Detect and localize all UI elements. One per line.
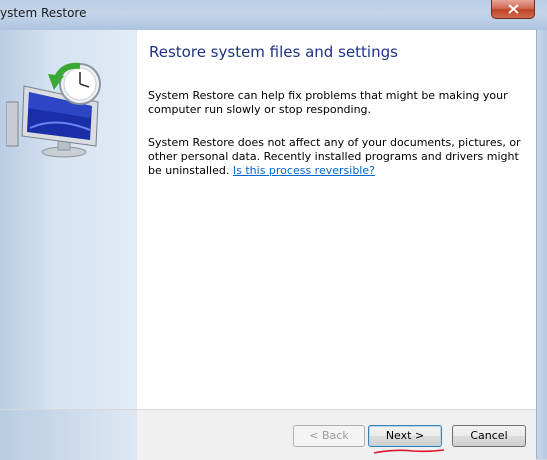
cancel-button[interactable]: Cancel (452, 425, 526, 447)
back-button[interactable]: < Back (293, 425, 365, 447)
page-heading: Restore system files and settings (149, 43, 398, 61)
title-bar[interactable]: ystem Restore (0, 0, 547, 31)
button-bar: < Back Next > Cancel (0, 409, 536, 460)
window-right-border (536, 30, 547, 459)
button-bar-left-strip (0, 410, 137, 460)
system-restore-icon (6, 62, 101, 158)
close-icon (508, 4, 519, 14)
close-button[interactable] (491, 0, 535, 19)
reversible-process-link[interactable]: Is this process reversible? (233, 164, 375, 177)
description-paragraph-1: System Restore can help fix problems tha… (148, 89, 508, 116)
content-pane: Restore system files and settings System… (137, 30, 536, 409)
red-annotation-underline (373, 449, 445, 454)
description-paragraph-2: System Restore does not affect any of yo… (148, 136, 528, 178)
window-title: ystem Restore (0, 6, 87, 20)
next-button[interactable]: Next > (368, 425, 442, 447)
